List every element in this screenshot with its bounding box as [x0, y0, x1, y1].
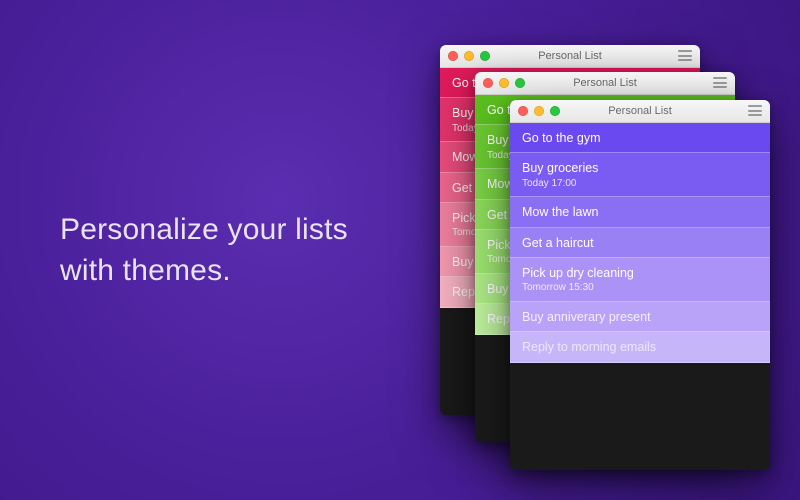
traffic-lights — [448, 51, 490, 61]
titlebar[interactable]: Personal List — [475, 72, 735, 95]
promo-tagline: Personalize your lists with themes. — [60, 210, 348, 291]
task-title: Reply to morning emails — [522, 340, 656, 354]
traffic-lights — [483, 78, 525, 88]
task-title: Go to the gym — [522, 131, 601, 145]
list-item[interactable]: Buy anniverary present — [510, 302, 770, 332]
titlebar[interactable]: Personal List — [440, 45, 700, 68]
task-subtitle: Tomorrow 15:30 — [522, 282, 758, 294]
close-icon[interactable] — [448, 51, 458, 61]
zoom-icon[interactable] — [515, 78, 525, 88]
minimize-icon[interactable] — [464, 51, 474, 61]
list-item[interactable]: Get a haircut — [510, 228, 770, 258]
list-item[interactable]: Pick up dry cleaning Tomorrow 15:30 — [510, 258, 770, 302]
menu-icon[interactable] — [678, 50, 692, 61]
list-item[interactable]: Buy groceries Today 17:00 — [510, 153, 770, 197]
minimize-icon[interactable] — [499, 78, 509, 88]
menu-icon[interactable] — [748, 105, 762, 116]
task-title: Mow the lawn — [522, 205, 598, 219]
list-item[interactable]: Mow the lawn — [510, 197, 770, 227]
task-title: Get a haircut — [522, 236, 594, 250]
task-subtitle: Today 17:00 — [522, 178, 758, 190]
menu-icon[interactable] — [713, 77, 727, 88]
traffic-lights — [518, 106, 560, 116]
close-icon[interactable] — [518, 106, 528, 116]
tagline-line-1: Personalize your lists — [60, 213, 348, 246]
zoom-icon[interactable] — [480, 51, 490, 61]
app-window-purple: Personal List Go to the gym Buy grocerie… — [510, 100, 770, 470]
tagline-line-2: with themes. — [60, 254, 231, 287]
task-title: Buy groceries — [522, 161, 598, 175]
zoom-icon[interactable] — [550, 106, 560, 116]
titlebar[interactable]: Personal List — [510, 100, 770, 123]
list-item[interactable]: Reply to morning emails — [510, 332, 770, 362]
list-item[interactable]: Go to the gym — [510, 123, 770, 153]
minimize-icon[interactable] — [534, 106, 544, 116]
task-list: Go to the gym Buy groceries Today 17:00 M… — [510, 123, 770, 363]
close-icon[interactable] — [483, 78, 493, 88]
task-title: Pick up dry cleaning — [522, 266, 634, 280]
task-title: Buy anniverary present — [522, 310, 651, 324]
promo-stage: Personalize your lists with themes. Pers… — [0, 0, 800, 500]
